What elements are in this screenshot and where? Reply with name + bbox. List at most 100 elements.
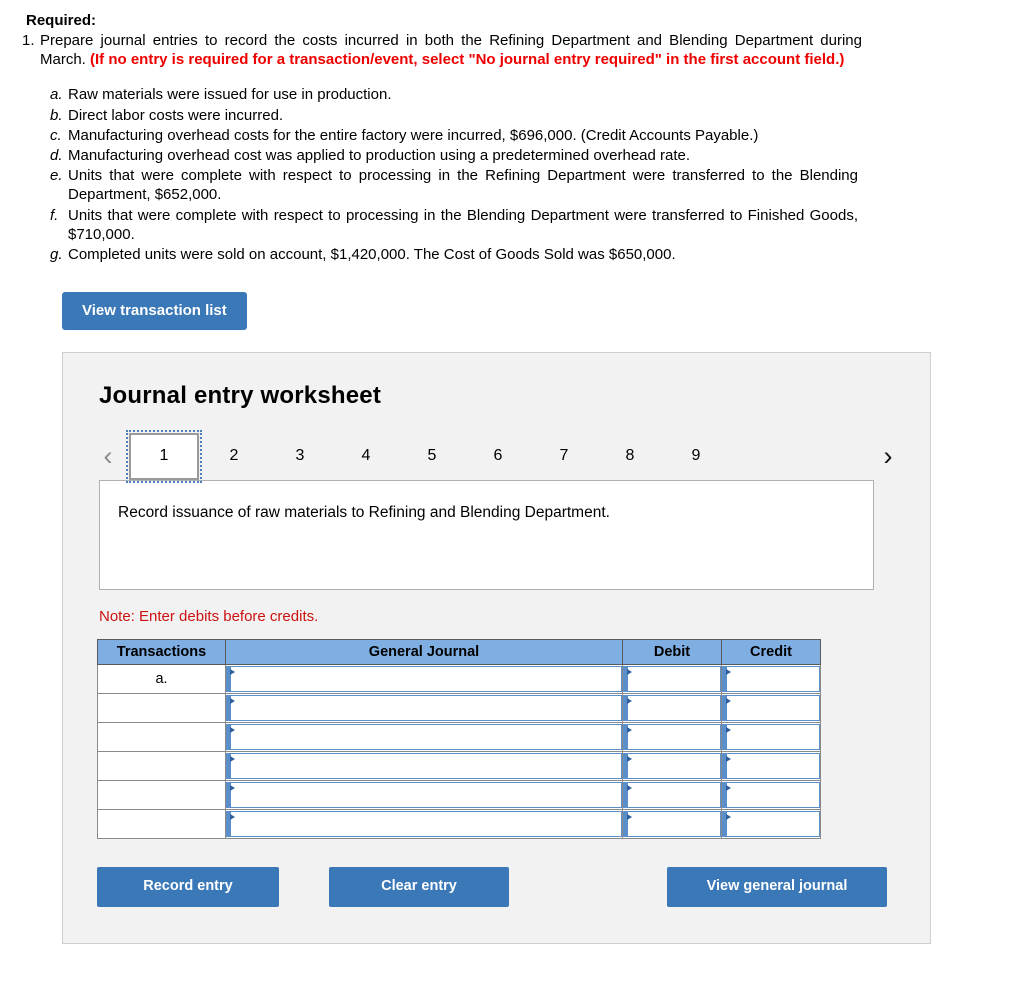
list-item-letter: f. [50,206,59,224]
debit-input[interactable] [623,782,721,809]
column-header-transactions: Transactions [97,639,226,666]
table-row: a. [97,664,821,695]
view-general-journal-button[interactable]: View general journal [667,867,887,907]
credit-input[interactable] [722,695,820,722]
debit-input[interactable] [623,724,721,751]
requirement-number: 1. [22,32,35,49]
list-item: a. Raw materials were issued for use in … [50,85,858,104]
tab-8[interactable]: 8 [597,437,663,475]
list-item-text: Raw materials were issued for use in pro… [68,86,392,104]
list-item-letter: a. [50,86,63,104]
list-item-text: Completed units were sold on account, $1… [68,245,676,263]
credit-input[interactable] [722,782,820,809]
list-item-letter: b. [50,106,63,124]
table-row [97,780,821,811]
list-item: g. Completed units were sold on account,… [50,245,858,264]
clear-entry-button[interactable]: Clear entry [329,867,509,907]
tab-6[interactable]: 6 [465,437,531,475]
credit-input[interactable] [722,724,820,751]
transaction-description-text: Record issuance of raw materials to Refi… [118,504,610,522]
general-journal-cell[interactable] [225,751,623,782]
general-journal-select[interactable] [226,811,622,838]
table-row [97,751,821,782]
credit-cell[interactable] [721,780,821,811]
credit-input[interactable] [722,753,820,780]
list-item-letter: g. [50,245,63,263]
requirement-item-1: 1. Prepare journal entries to record the… [22,31,862,69]
transaction-letter-cell [97,809,226,840]
credit-cell[interactable] [721,722,821,753]
debits-before-credits-note: Note: Enter debits before credits. [99,608,319,626]
general-journal-select[interactable] [226,753,622,780]
list-item: b. Direct labor costs were incurred. [50,106,858,125]
column-header-general-journal: General Journal [225,639,623,666]
debit-cell[interactable] [622,693,722,724]
list-item-text: Manufacturing overhead cost was applied … [68,146,691,164]
tab-3[interactable]: 3 [267,437,333,475]
list-item-text: Manufacturing overhead costs for the ent… [68,126,759,144]
table-header-row: Transactions General Journal Debit Credi… [97,639,821,666]
list-item-text: Units that were complete with respect to… [68,206,858,243]
transaction-letter-cell [97,751,226,782]
worksheet-footer-buttons: Record entry Clear entry View general jo… [97,867,887,907]
transaction-letter-cell: a. [97,664,226,695]
view-transaction-list-button[interactable]: View transaction list [62,292,247,331]
tab-1[interactable]: 1 [126,429,202,483]
view-transaction-list-wrap: View transaction list [62,292,1024,331]
credit-cell[interactable] [721,809,821,840]
chevron-left-icon[interactable]: ‹ [93,442,123,470]
credit-input[interactable] [722,666,820,693]
transaction-letter-cell [97,780,226,811]
general-journal-select[interactable] [226,695,622,722]
debit-input[interactable] [623,666,721,693]
table-row [97,722,821,753]
tab-4[interactable]: 4 [333,437,399,475]
general-journal-cell[interactable] [225,664,623,695]
general-journal-select[interactable] [226,724,622,751]
column-header-debit: Debit [622,639,722,666]
list-item-letter: e. [50,167,63,185]
requirement-text: Prepare journal entries to record the co… [40,31,862,69]
transaction-letter-cell [97,693,226,724]
requirement-text-highlight: (If no entry is required for a transacti… [90,51,845,69]
debit-input[interactable] [623,753,721,780]
debit-cell[interactable] [622,780,722,811]
list-item-text: Units that were complete with respect to… [68,167,858,204]
debit-cell[interactable] [622,809,722,840]
list-item-letter: c. [50,126,62,144]
list-item: f. Units that were complete with respect… [50,206,858,244]
table-row [97,809,821,840]
general-journal-cell[interactable] [225,722,623,753]
transaction-letter-cell [97,722,226,753]
credit-input[interactable] [722,811,820,838]
tab-7[interactable]: 7 [531,437,597,475]
general-journal-select[interactable] [226,666,622,693]
credit-cell[interactable] [721,664,821,695]
debit-input[interactable] [623,695,721,722]
chevron-right-icon[interactable]: › [873,442,903,470]
general-journal-cell[interactable] [225,780,623,811]
tab-9[interactable]: 9 [663,437,729,475]
debit-cell[interactable] [622,664,722,695]
transaction-list: a. Raw materials were issued for use in … [50,85,858,264]
requirements-section: Required: 1. Prepare journal entries to … [0,0,1024,264]
debit-cell[interactable] [622,751,722,782]
debit-cell[interactable] [622,722,722,753]
debit-input[interactable] [623,811,721,838]
tab-5[interactable]: 5 [399,437,465,475]
journal-entry-worksheet-panel: Journal entry worksheet ‹ 1 2 3 4 5 6 7 … [62,352,931,945]
list-item-text: Direct labor costs were incurred. [68,106,284,124]
worksheet-title: Journal entry worksheet [99,382,382,410]
tab-2[interactable]: 2 [201,437,267,475]
general-journal-cell[interactable] [225,693,623,724]
column-header-credit: Credit [721,639,821,666]
record-entry-button[interactable]: Record entry [97,867,279,907]
list-item: d. Manufacturing overhead cost was appli… [50,146,858,165]
credit-cell[interactable] [721,693,821,724]
required-heading: Required: [26,12,97,29]
general-journal-select[interactable] [226,782,622,809]
transaction-description-box: Record issuance of raw materials to Refi… [99,480,874,591]
credit-cell[interactable] [721,751,821,782]
list-item: c. Manufacturing overhead costs for the … [50,126,858,145]
general-journal-cell[interactable] [225,809,623,840]
